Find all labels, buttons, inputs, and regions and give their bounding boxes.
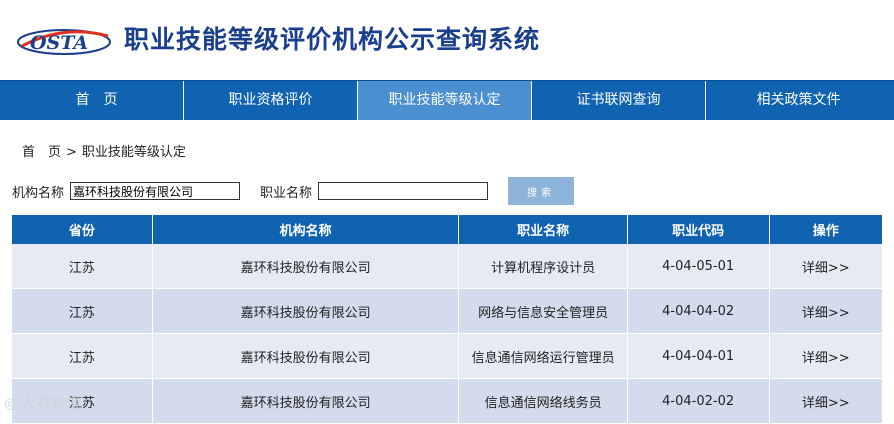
cell-occupation-name: 计算机程序设计员 [458, 244, 628, 289]
watermark-text: 大数跨境 [21, 394, 82, 412]
cell-occupation-code: 4-04-04-01 [627, 333, 770, 379]
nav-item-home[interactable]: 首 页 [10, 81, 184, 120]
nav-item-certificate-query[interactable]: 证书联网查询 [532, 81, 706, 120]
cell-org-name: 嘉环科技股份有限公司 [152, 378, 460, 424]
detail-link[interactable]: 详细>> [802, 351, 850, 366]
breadcrumb-separator: > [66, 145, 77, 160]
header-occupation-code: 职业代码 [627, 215, 770, 244]
detail-link[interactable]: 详细>> [802, 306, 850, 321]
cell-org-name: 嘉环科技股份有限公司 [152, 333, 460, 379]
cell-occupation-code: 4-04-05-01 [627, 244, 770, 289]
org-name-input[interactable] [70, 182, 241, 200]
site-title: 职业技能等级评价机构公示查询系统 [124, 25, 541, 54]
main-nav: 首 页 职业资格评价 职业技能等级认定 证书联网查询 相关政策文件 [0, 80, 894, 120]
nav-item-skill-level-certification[interactable]: 职业技能等级认定 [358, 81, 532, 120]
breadcrumb-current: 职业技能等级认定 [81, 145, 186, 160]
table-row: 江苏 嘉环科技股份有限公司 计算机程序设计员 4-04-05-01 详细>> [12, 244, 882, 289]
search-form: 机构名称 职业名称 搜索 [12, 177, 575, 205]
cell-province: 江苏 [12, 333, 153, 379]
cell-action: 详细>> [769, 333, 882, 379]
cell-occupation-code: 4-04-02-02 [627, 378, 770, 424]
watermark-logo-icon: ◎ [4, 393, 18, 412]
org-name-label: 机构名称 [12, 185, 65, 201]
cell-action: 详细>> [769, 244, 882, 289]
logo-text: OSTA [30, 32, 88, 54]
occupation-name-label: 职业名称 [260, 185, 313, 201]
table-row: 江苏 嘉环科技股份有限公司 信息通信网络线务员 4-04-02-02 详细>> [12, 378, 882, 424]
table-row: 江苏 嘉环科技股份有限公司 信息通信网络运行管理员 4-04-04-01 详细>… [12, 333, 882, 379]
cell-occupation-code: 4-04-04-02 [627, 288, 770, 334]
header-org-name: 机构名称 [152, 215, 460, 244]
detail-link[interactable]: 详细>> [802, 261, 850, 276]
cell-action: 详细>> [769, 288, 882, 334]
watermark: ◎ 大数跨境 [4, 392, 81, 413]
cell-occupation-name: 信息通信网络运行管理员 [458, 333, 628, 379]
occupation-name-input[interactable] [318, 182, 489, 200]
cell-province: 江苏 [12, 244, 153, 289]
site-header: OSTA 职业技能等级评价机构公示查询系统 [0, 0, 894, 80]
breadcrumb: 首 页 > 职业技能等级认定 [22, 141, 186, 160]
detail-link[interactable]: 详细>> [802, 396, 850, 411]
cell-org-name: 嘉环科技股份有限公司 [152, 244, 460, 289]
cell-occupation-name: 信息通信网络线务员 [458, 378, 628, 424]
cell-org-name: 嘉环科技股份有限公司 [152, 288, 460, 334]
header-province: 省份 [12, 215, 153, 244]
cell-occupation-name: 网络与信息安全管理员 [458, 288, 628, 334]
header-occupation-name: 职业名称 [458, 215, 628, 244]
osta-logo: OSTA [17, 29, 111, 55]
cell-province: 江苏 [12, 288, 153, 334]
nav-item-qualification-evaluation[interactable]: 职业资格评价 [184, 81, 358, 120]
search-button[interactable]: 搜索 [508, 177, 575, 205]
header-action: 操作 [769, 215, 882, 244]
nav-item-policy-documents[interactable]: 相关政策文件 [706, 81, 891, 120]
table-row: 江苏 嘉环科技股份有限公司 网络与信息安全管理员 4-04-04-02 详细>> [12, 288, 882, 334]
results-table: 省份 机构名称 职业名称 职业代码 操作 江苏 嘉环科技股份有限公司 计算机程序… [12, 215, 882, 424]
table-header-row: 省份 机构名称 职业名称 职业代码 操作 [12, 215, 882, 244]
breadcrumb-home[interactable]: 首 页 [22, 145, 61, 160]
cell-action: 详细>> [769, 378, 882, 424]
